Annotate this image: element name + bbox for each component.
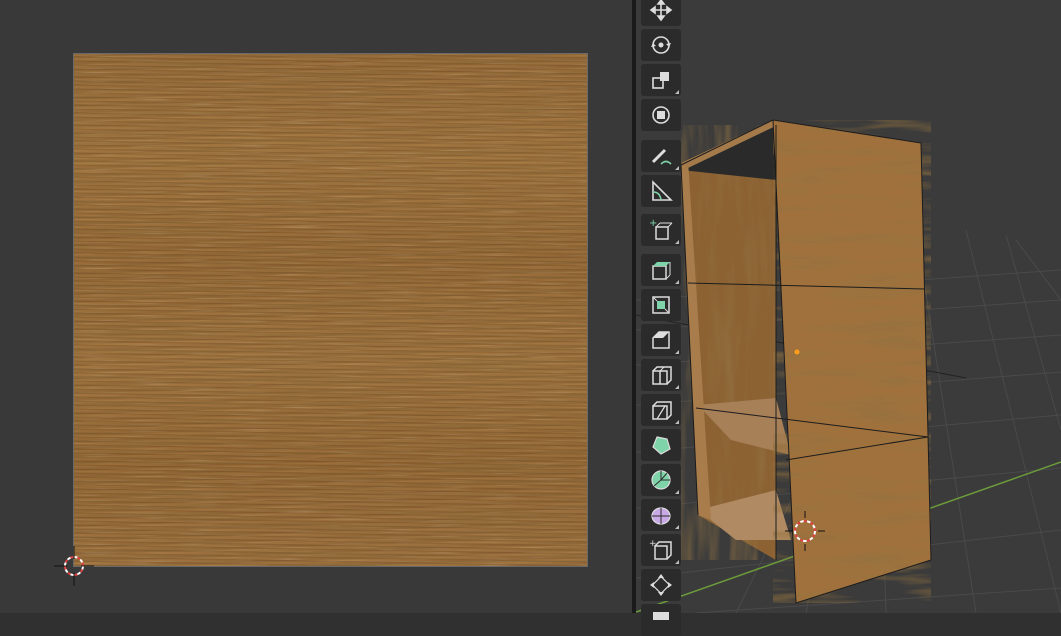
2d-cursor-icon[interactable] bbox=[54, 546, 94, 586]
transform-icon bbox=[652, 106, 670, 124]
shrink-fatten-tool[interactable] bbox=[641, 569, 681, 601]
inset-faces-icon bbox=[652, 296, 670, 314]
bevel-tool[interactable] bbox=[641, 324, 681, 356]
spin-tool[interactable] bbox=[641, 464, 681, 496]
tool-options-corner bbox=[675, 350, 679, 354]
svg-text:+: + bbox=[649, 539, 657, 549]
extrude-tool[interactable] bbox=[641, 254, 681, 286]
scale-icon bbox=[652, 72, 669, 89]
tool-options-corner bbox=[675, 166, 679, 170]
bevel-icon bbox=[652, 331, 670, 349]
object-origin-icon bbox=[794, 349, 800, 355]
shelf-mesh[interactable] bbox=[680, 119, 932, 604]
scale-tool[interactable] bbox=[641, 64, 681, 96]
tool-options-corner bbox=[675, 385, 679, 389]
inset-tool[interactable] bbox=[641, 289, 681, 321]
tool-options-corner bbox=[675, 525, 679, 529]
uv-image-editor[interactable] bbox=[0, 0, 632, 613]
loop-cut-icon bbox=[652, 366, 672, 385]
ruler-icon bbox=[652, 180, 673, 201]
transform-tool[interactable] bbox=[641, 99, 681, 131]
edge-slide-icon: + bbox=[649, 539, 672, 560]
wood-grain-overlay bbox=[74, 54, 587, 566]
annotate-tool[interactable] bbox=[641, 140, 681, 172]
edge-slide-tool[interactable]: + bbox=[641, 534, 681, 566]
spin-icon bbox=[651, 470, 671, 490]
extrude-region-icon bbox=[652, 262, 671, 280]
move-tool[interactable] bbox=[641, 0, 681, 26]
more-tools-button[interactable] bbox=[641, 604, 681, 636]
shrink-fatten-icon bbox=[650, 574, 672, 596]
wood-texture-image bbox=[73, 53, 588, 567]
move-arrows-icon bbox=[649, 0, 673, 22]
poly-build-tool[interactable] bbox=[641, 429, 681, 461]
tool-options-corner bbox=[675, 420, 679, 424]
knife-tool[interactable] bbox=[641, 394, 681, 426]
tool-options-corner bbox=[675, 240, 679, 244]
loop-cut-tool[interactable] bbox=[641, 359, 681, 391]
tool-options-corner bbox=[675, 90, 679, 94]
poly-build-icon bbox=[652, 436, 671, 455]
tool-options-corner bbox=[675, 280, 679, 284]
knife-icon bbox=[652, 401, 672, 420]
add-cube-tool[interactable]: + bbox=[641, 214, 681, 246]
rotate-tool[interactable] bbox=[641, 29, 681, 61]
tool-options-corner bbox=[675, 490, 679, 494]
cube-icon bbox=[653, 612, 669, 620]
add-cube-icon: + bbox=[649, 218, 673, 240]
tool-options-corner bbox=[675, 560, 679, 564]
smooth-tool[interactable] bbox=[641, 499, 681, 531]
pencil-icon bbox=[651, 148, 672, 165]
smooth-icon bbox=[651, 507, 671, 525]
3d-viewport[interactable] bbox=[636, 0, 1061, 613]
rotate-icon bbox=[651, 36, 671, 54]
measure-tool[interactable] bbox=[641, 175, 681, 207]
svg-text:+: + bbox=[649, 218, 657, 229]
viewport-scene bbox=[636, 119, 1061, 613]
